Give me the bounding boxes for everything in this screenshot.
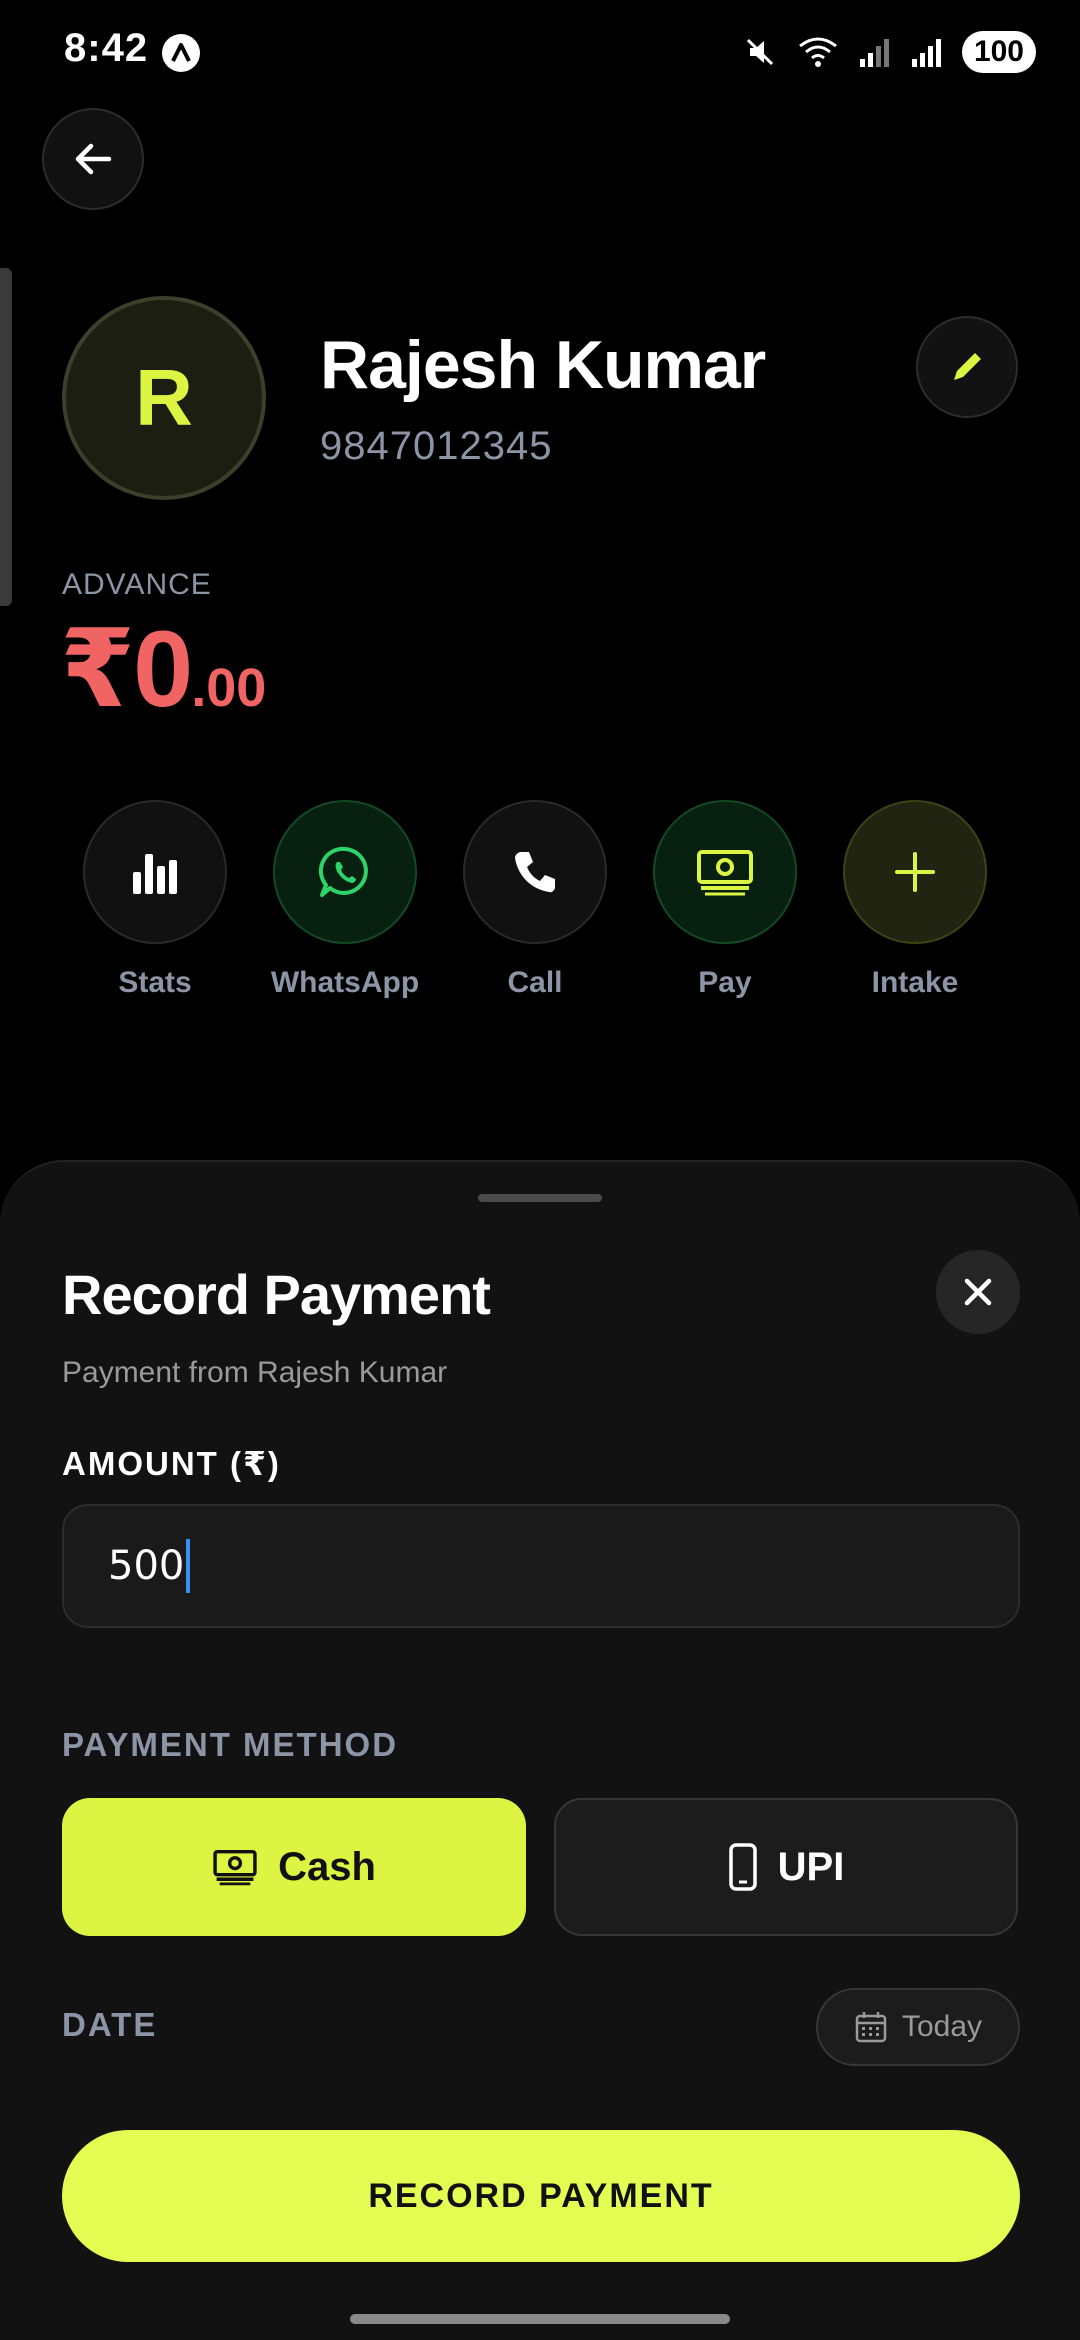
status-time: 8:42 [64,26,149,70]
phone-outline-icon [728,1843,757,1891]
status-icons: 100 [742,30,1036,74]
action-call[interactable]: Call [440,800,630,1000]
customer-name: Rajesh Kumar [320,327,766,403]
payment-method-label-upi: UPI [777,1844,845,1889]
cash-icon [697,850,753,896]
action-whatsapp[interactable]: WhatsApp [250,800,440,1000]
pencil-icon [954,353,981,380]
text-caret [186,1539,191,1593]
stats-icon [133,854,177,894]
balance-amount-main: ₹0 [60,608,193,729]
edge-panel-handle[interactable] [0,268,12,606]
phone-icon [515,852,555,893]
back-button[interactable] [42,108,144,210]
mute-icon [746,38,773,66]
payment-method-label: PAYMENT METHOD [62,1726,399,1763]
home-indicator[interactable] [350,2314,730,2324]
date-value: Today [901,2010,983,2043]
action-label: Intake [871,966,959,999]
app-notification-icon [162,34,200,72]
cash-icon [213,1849,257,1886]
customer-avatar: R [62,296,266,500]
balance-amount-cents: .00 [191,658,267,718]
amount-label: AMOUNT (₹) [62,1445,281,1482]
action-label: Pay [698,966,752,999]
calendar-icon [855,2012,887,2043]
edit-customer-button[interactable] [916,316,1018,418]
whatsapp-icon [318,846,368,897]
signal-icon [911,39,941,67]
plus-icon [895,852,935,892]
close-sheet-button[interactable] [936,1250,1020,1334]
date-picker-button[interactable]: Today [816,1988,1020,2066]
action-stats[interactable]: Stats [60,800,250,1000]
sheet-drag-handle[interactable] [478,1194,602,1202]
amount-input[interactable]: 500 [62,1504,1020,1628]
sheet-subtitle: Payment from Rajesh Kumar [62,1356,448,1389]
record-payment-button[interactable]: RECORD PAYMENT [62,2130,1020,2262]
payment-method-label-cash: Cash [278,1844,376,1889]
close-icon [964,1278,992,1306]
avatar-initial: R [135,353,193,442]
balance-amount: ₹0.00 [60,606,266,732]
arrow-left-icon [75,143,112,175]
battery-indicator: 100 [961,31,1036,73]
quick-actions: Stats WhatsApp Call Pay Intake [60,800,1020,1010]
wifi-icon [799,37,837,67]
action-intake[interactable]: Intake [820,800,1010,1000]
action-label: Call [507,966,563,999]
action-label: WhatsApp [270,966,420,999]
action-label: Stats [118,966,192,999]
payment-method-cash[interactable]: Cash [62,1798,526,1936]
action-pay[interactable]: Pay [630,800,820,1000]
date-label: DATE [62,2006,158,2043]
record-payment-sheet: Record Payment Payment from Rajesh Kumar… [0,1160,1080,2340]
payment-method-upi[interactable]: UPI [554,1798,1018,1936]
sheet-title: Record Payment [62,1263,491,1326]
status-bar: 8:42 100 [0,0,1080,104]
customer-phone: 9847012345 [320,424,553,468]
balance-label: ADVANCE [62,568,212,601]
amount-value: 500 [108,1543,185,1589]
signal-icon [859,39,889,67]
